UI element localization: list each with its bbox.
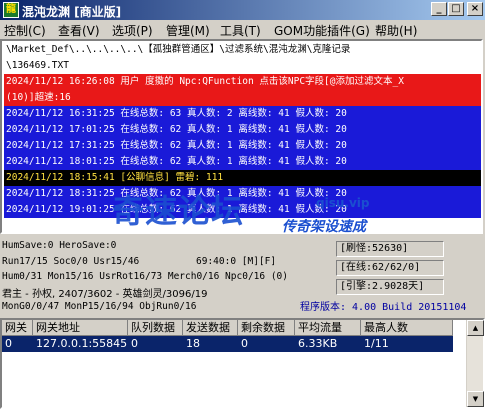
close-button[interactable]: × bbox=[467, 2, 483, 16]
title-bar[interactable]: 龍 混沌龙渊 [商业版] _ □ × bbox=[0, 0, 485, 20]
log-line: 2024/11/12 16:31:25 在线总数: 63 真人数: 2 离线数:… bbox=[4, 106, 481, 122]
menu-options[interactable]: 选项(P) bbox=[112, 22, 153, 39]
log-line: \136469.TXT bbox=[4, 58, 481, 74]
minimize-button[interactable]: _ bbox=[431, 2, 447, 16]
menu-tools[interactable]: 工具(T) bbox=[220, 22, 261, 39]
col-sent[interactable]: 发送数据 bbox=[183, 320, 238, 336]
log-line: \Market_Def\..\..\..\..\【孤独群管通区】\过滤系统\混沌… bbox=[4, 42, 481, 58]
cell-address: 127.0.0.1:55845 bbox=[36, 337, 128, 350]
window-title: 混沌龙渊 [商业版] bbox=[22, 5, 122, 19]
app-icon: 龍 bbox=[3, 2, 19, 18]
status-run: Run17/15 Soc0/0 Usr15/46 bbox=[2, 256, 140, 267]
col-gateway[interactable]: 网关 bbox=[2, 320, 33, 336]
log-line: 2024/11/12 17:31:25 在线总数: 62 真人数: 1 离线数:… bbox=[4, 138, 481, 154]
col-max-users[interactable]: 最高人数 bbox=[361, 320, 453, 336]
online-count-box: [在线:62/62/0] bbox=[336, 260, 444, 276]
status-clock: 69:40:0 [M][F] bbox=[196, 256, 277, 267]
table-scrollbar[interactable]: ▲ ▼ bbox=[466, 320, 484, 407]
log-line: 2024/11/12 18:15:41 [公聊信息] 雷碧: 111 bbox=[4, 170, 481, 186]
watermark-url: qisu.vip bbox=[316, 196, 370, 210]
status-hero: 君主 - 孙权, 2407/3602 - 英雄剑灵/3096/19 bbox=[2, 289, 208, 300]
cell-sent: 18 bbox=[186, 337, 200, 350]
scroll-up-icon[interactable]: ▲ bbox=[467, 320, 484, 336]
maximize-button[interactable]: □ bbox=[448, 2, 464, 16]
cell-avg-traffic: 6.33KB bbox=[298, 337, 338, 350]
program-version: 程序版本: 4.00 Build 20151104 bbox=[300, 302, 467, 313]
cell-queue: 0 bbox=[131, 337, 138, 350]
log-line: 2024/11/12 17:01:25 在线总数: 62 真人数: 1 离线数:… bbox=[4, 122, 481, 138]
log-line: 2024/11/12 16:26:08 用户 度擞的 Npc:QFunction… bbox=[4, 74, 481, 90]
menu-control[interactable]: 控制(C) bbox=[4, 22, 46, 39]
menu-view[interactable]: 查看(V) bbox=[58, 22, 100, 39]
status-counters: Hum0/31 Mon15/16 UsrRot16/73 Merch0/16 N… bbox=[2, 271, 288, 282]
log-line: 2024/11/12 18:01:25 在线总数: 62 真人数: 1 离线数:… bbox=[4, 154, 481, 170]
menu-gom-plugins[interactable]: GOM功能插件(G) bbox=[274, 22, 370, 39]
cell-gateway: 0 bbox=[5, 337, 12, 350]
col-address[interactable]: 网关地址 bbox=[33, 320, 128, 336]
cell-remaining: 0 bbox=[241, 337, 248, 350]
status-save: HumSave:0 HeroSave:0 bbox=[2, 240, 117, 251]
gateway-table[interactable]: 网关 网关地址 队列数据 发送数据 剩余数据 平均流量 最高人数 0 127.0… bbox=[0, 318, 485, 409]
status-panel: HumSave:0 HeroSave:0 Run17/15 Soc0/0 Usr… bbox=[0, 235, 485, 317]
menu-bar: 控制(C) 查看(V) 选项(P) 管理(M) 工具(T) GOM功能插件(G)… bbox=[0, 20, 485, 39]
cell-max-users: 1/11 bbox=[364, 337, 389, 350]
watermark-slogan: 传奇架设速成 bbox=[282, 219, 366, 235]
log-line: (10)]超速:16 bbox=[4, 90, 481, 106]
menu-help[interactable]: 帮助(H) bbox=[375, 22, 417, 39]
col-avg-traffic[interactable]: 平均流量 bbox=[295, 320, 361, 336]
watermark-logo: 奇速论坛 bbox=[112, 192, 245, 230]
engine-uptime-box: [引擎:2.9028天] bbox=[336, 279, 444, 295]
col-queue[interactable]: 队列数据 bbox=[128, 320, 183, 336]
col-remaining[interactable]: 剩余数据 bbox=[238, 320, 295, 336]
monster-refresh-box: [刷怪:52630] bbox=[336, 241, 444, 257]
scroll-down-icon[interactable]: ▼ bbox=[467, 391, 484, 407]
menu-manage[interactable]: 管理(M) bbox=[166, 22, 210, 39]
status-monsters: MonG0/0/47 MonP15/16/94 ObjRun0/16 bbox=[2, 301, 197, 312]
